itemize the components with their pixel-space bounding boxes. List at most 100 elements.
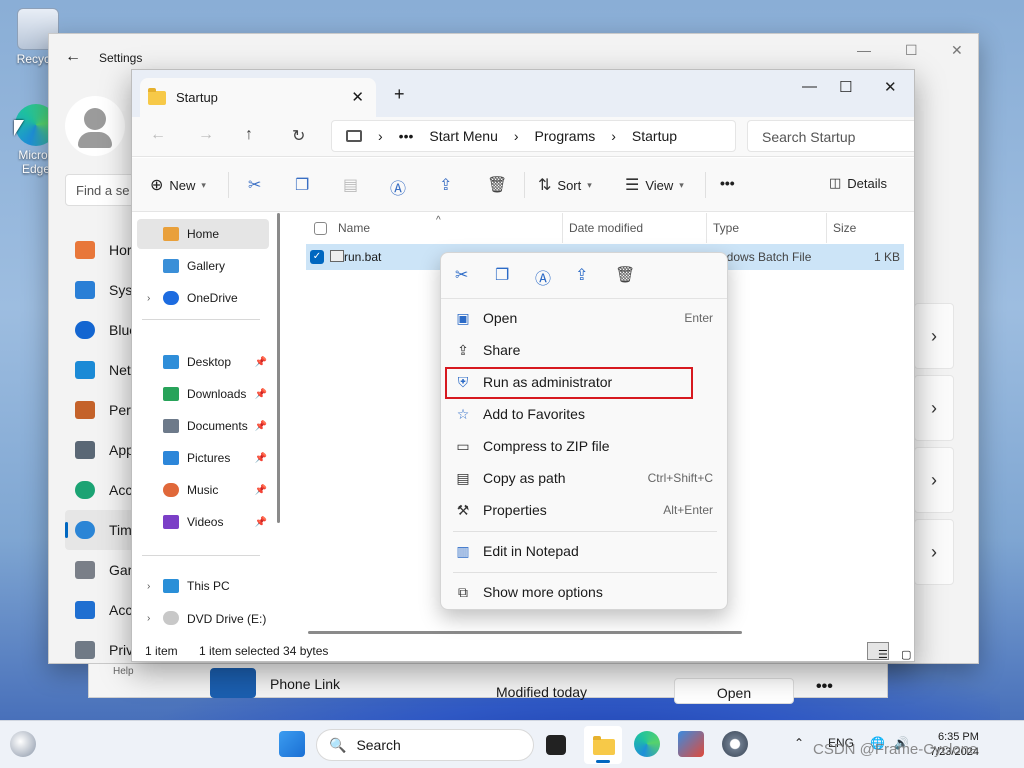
avatar[interactable]: [65, 96, 125, 156]
column-header-name[interactable]: Name: [338, 213, 370, 243]
details-pane-button[interactable]: ◫ Details: [829, 175, 887, 191]
sidebar-item-home[interactable]: Home: [137, 219, 269, 249]
menu-item-edit-in-notepad[interactable]: ▥ Edit in Notepad: [445, 536, 725, 566]
sidebar-item-videos[interactable]: Videos 📌: [137, 507, 269, 537]
close-icon[interactable]: ✕: [884, 78, 897, 96]
sidebar-item-this-pc[interactable]: › This PC: [137, 571, 269, 601]
back-arrow-icon[interactable]: ←: [65, 48, 81, 66]
chevron-right-icon[interactable]: ›: [147, 293, 150, 304]
menu-item-share[interactable]: ⇪ Share: [445, 335, 725, 365]
menu-item-show-more-options[interactable]: ⧉ Show more options: [445, 577, 725, 607]
copy-button[interactable]: ❐: [295, 175, 309, 195]
refresh-icon[interactable]: ↻: [292, 126, 305, 146]
wrench-icon: ⚒: [456, 502, 470, 518]
delete-button[interactable]: 🗑: [487, 175, 507, 195]
sidebar-item-gallery[interactable]: Gallery: [137, 251, 269, 281]
column-header-type[interactable]: Type: [713, 213, 739, 243]
close-icon[interactable]: ✕: [951, 42, 963, 59]
settings-card-chevron[interactable]: ›: [914, 447, 954, 513]
column-divider[interactable]: [826, 213, 827, 243]
taskbar: 🔍 Search ⌃ ENG 🌐 🔊 6:35 PM 7/23/2024 CSD…: [0, 720, 1024, 768]
select-all-checkbox[interactable]: [314, 213, 327, 243]
sort-button[interactable]: ⇅ Sort ▾: [538, 175, 592, 195]
tab-startup[interactable]: Startup ✕: [140, 78, 376, 117]
maximize-icon[interactable]: ☐: [905, 42, 918, 59]
sidebar-item-dvd-drive[interactable]: ›DVD Drive (E:) 微: [137, 603, 269, 633]
windows-start-icon[interactable]: [279, 731, 305, 757]
trash-icon: 🗑: [487, 177, 508, 194]
trash-icon[interactable]: 🗑: [615, 265, 635, 285]
more-options-icon[interactable]: •••: [816, 678, 833, 696]
column-divider[interactable]: [706, 213, 707, 243]
gallery-icon: [163, 259, 179, 273]
settings-gear-icon[interactable]: [722, 731, 748, 757]
tiles-view-button[interactable]: ▢: [890, 642, 912, 661]
horizontal-scrollbar[interactable]: [308, 631, 742, 634]
breadcrumb[interactable]: › ••• Start Menu › Programs › Startup: [331, 120, 736, 152]
pin-icon: 📌: [254, 420, 267, 432]
share-button[interactable]: ⇪: [439, 175, 452, 195]
breadcrumb-startup[interactable]: Startup: [632, 128, 677, 144]
menu-item-copy-as-path[interactable]: ▤ Copy as path Ctrl+Shift+C: [445, 463, 725, 493]
new-tab-icon[interactable]: +: [394, 84, 405, 105]
chevron-right-icon[interactable]: ›: [147, 581, 150, 592]
minimize-icon[interactable]: —: [802, 78, 817, 95]
back-arrow-icon[interactable]: ←: [150, 126, 166, 144]
chevron-right-icon[interactable]: ›: [147, 613, 150, 624]
wifi-icon: [75, 361, 95, 379]
settings-card-chevron[interactable]: ›: [914, 375, 954, 441]
menu-item-add-to-favorites[interactable]: ☆ Add to Favorites: [445, 399, 725, 429]
chevron-up-icon[interactable]: ⌃: [794, 736, 804, 750]
minimize-icon[interactable]: —: [857, 42, 871, 58]
settings-card-chevron[interactable]: ›: [914, 519, 954, 585]
open-button[interactable]: Open: [674, 678, 794, 704]
edge-icon[interactable]: [634, 731, 660, 757]
forward-arrow-icon[interactable]: →: [198, 126, 214, 144]
bluetooth-icon: [75, 321, 95, 339]
accessibility-icon: [75, 601, 95, 619]
rename-icon: Ⓐ: [390, 181, 407, 198]
copy-icon[interactable]: ❐: [495, 265, 509, 285]
column-header-date-modified[interactable]: Date modified: [569, 213, 643, 243]
maximize-icon[interactable]: ☐: [839, 78, 852, 96]
cut-button[interactable]: ✂: [248, 175, 261, 195]
widgets-icon[interactable]: [10, 731, 36, 757]
open-window-icon: ▣: [456, 310, 470, 326]
sidebar-item-music[interactable]: Music 📌: [137, 475, 269, 505]
column-divider[interactable]: [562, 213, 563, 243]
details-view-button[interactable]: ☰: [867, 642, 889, 661]
scissors-icon[interactable]: ✂: [455, 265, 468, 285]
breadcrumb-start-menu[interactable]: Start Menu: [429, 128, 497, 144]
taskbar-file-explorer[interactable]: [584, 726, 622, 764]
new-button[interactable]: ⊕ New ▾: [150, 175, 206, 195]
sidebar-item-desktop[interactable]: Desktop 📌: [137, 347, 269, 377]
breadcrumb-programs[interactable]: Programs: [535, 128, 596, 144]
sidebar-item-onedrive[interactable]: › OneDrive: [137, 283, 269, 313]
see-more-button[interactable]: •••: [720, 175, 735, 191]
view-button[interactable]: ☰ View ▾: [625, 175, 684, 195]
settings-card-chevron[interactable]: ›: [914, 303, 954, 369]
share-icon[interactable]: ⇪: [575, 265, 588, 285]
row-checkbox[interactable]: ✓: [310, 250, 324, 264]
modified-label: Modified today: [496, 684, 588, 700]
search-input[interactable]: Search Startup: [747, 120, 914, 152]
up-arrow-icon[interactable]: ↑: [245, 126, 253, 144]
column-header-size[interactable]: Size: [833, 213, 856, 243]
menu-item-open[interactable]: ▣ Open Enter: [445, 303, 725, 333]
sidebar-item-pictures[interactable]: Pictures 📌: [137, 443, 269, 473]
menu-item-properties[interactable]: ⚒ Properties Alt+Enter: [445, 495, 725, 525]
paste-button[interactable]: ▤: [343, 175, 358, 195]
store-icon[interactable]: [678, 731, 704, 757]
taskbar-search[interactable]: 🔍 Search: [316, 729, 534, 761]
sidebar-item-downloads[interactable]: Downloads 📌: [137, 379, 269, 409]
home-icon: [163, 227, 179, 241]
rename-button[interactable]: Ⓐ: [390, 175, 406, 199]
menu-item-compress-zip[interactable]: ▭ Compress to ZIP file: [445, 431, 725, 461]
sidebar-scrollbar[interactable]: [277, 213, 280, 523]
chevron-right-icon: ›: [611, 128, 616, 144]
breadcrumb-overflow[interactable]: •••: [399, 128, 414, 144]
tab-close-icon[interactable]: ✕: [351, 88, 364, 106]
task-view-icon[interactable]: [546, 735, 566, 755]
sidebar-item-documents[interactable]: Documents 📌: [137, 411, 269, 441]
rename-icon[interactable]: Ⓐ: [535, 265, 551, 289]
